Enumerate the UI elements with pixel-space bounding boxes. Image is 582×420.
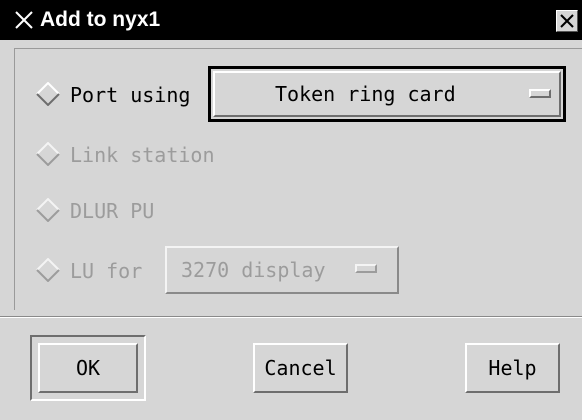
radio-port-using-label[interactable]: Port using [70, 83, 190, 107]
option-menu-indicator-disabled-icon [355, 264, 377, 273]
lu-type-value: 3270 display [181, 258, 326, 282]
ok-button[interactable]: OK [38, 343, 138, 393]
window-title: Add to nyx1 [40, 8, 161, 31]
close-button[interactable] [556, 10, 578, 32]
window-menu-icon[interactable] [14, 10, 34, 30]
button-separator [0, 316, 582, 318]
close-icon [560, 14, 574, 28]
radio-link-station-label: Link station [70, 143, 215, 167]
radio-dlur-pu-icon [36, 197, 60, 223]
lu-type-option-menu: 3270 display [165, 246, 399, 294]
radio-lu-for-label: LU for [70, 259, 143, 283]
option-menu-indicator-icon [529, 89, 551, 98]
cancel-button[interactable]: Cancel [253, 343, 348, 393]
radio-lu-for-icon [36, 257, 60, 283]
help-button[interactable]: Help [465, 343, 560, 393]
title-bar: Add to nyx1 [0, 0, 582, 40]
dialog-window: Add to nyx1 Port using Token ring card L… [0, 0, 582, 420]
radio-link-station-icon [36, 141, 60, 167]
radio-dlur-pu-label: DLUR PU [70, 199, 155, 223]
port-type-option-menu[interactable]: Token ring card [208, 66, 566, 122]
radio-port-using-icon[interactable] [36, 81, 60, 107]
port-type-value: Token ring card [275, 82, 456, 106]
